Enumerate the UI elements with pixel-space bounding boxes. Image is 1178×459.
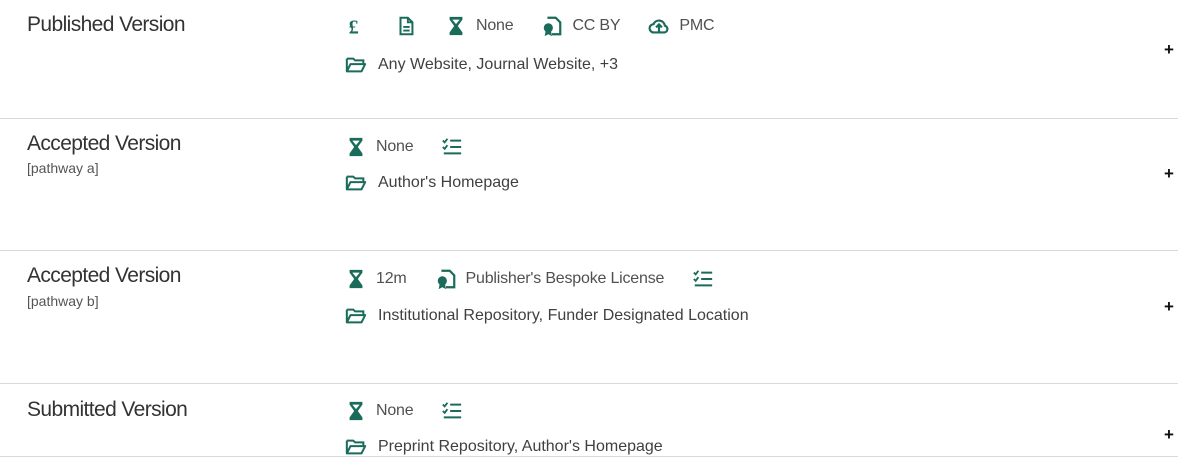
license-icon <box>541 15 563 37</box>
hourglass-icon <box>445 15 467 37</box>
pathway-conditions-list <box>441 136 463 158</box>
locations-label: Preprint Repository, Author's Homepage <box>378 438 663 455</box>
license-label: CC BY <box>572 17 621 34</box>
cloud-upload-icon <box>648 15 670 37</box>
repository-label: PMC <box>679 17 715 34</box>
pathway-row-accepted-a[interactable]: Accepted Version [pathway a] None Author… <box>0 119 1178 251</box>
pathway-locations: Institutional Repository, Funder Designa… <box>345 304 749 328</box>
folder-icon <box>345 305 367 327</box>
pathway-subtitle: [pathway b] <box>27 293 99 309</box>
locations-label: Any Website, Journal Website, +3 <box>378 56 618 73</box>
expand-button[interactable]: + <box>1164 426 1174 443</box>
expand-button[interactable]: + <box>1164 41 1174 58</box>
conditions-list-icon <box>441 136 463 158</box>
pathway-subtitle: [pathway a] <box>27 160 99 176</box>
pathway-locations: Author's Homepage <box>345 171 519 195</box>
license-label: Publisher's Bespoke License <box>465 270 665 287</box>
pathway-embargo: None <box>445 15 514 37</box>
pathway-title: Published Version <box>27 13 186 36</box>
pathway-row-accepted-b[interactable]: Accepted Version [pathway b] 12m Publish… <box>0 251 1178 384</box>
embargo-label: None <box>376 402 414 419</box>
license-icon <box>435 268 457 290</box>
pathway-row-submitted[interactable]: Submitted Version None Preprint Reposito… <box>0 384 1178 457</box>
pound-icon: £ <box>345 15 367 37</box>
pathway-locations: Preprint Repository, Author's Homepage <box>345 435 663 459</box>
pathway-conditions-list <box>441 400 463 422</box>
pathway-copy <box>395 15 417 37</box>
pathway-conditions: None <box>345 135 491 159</box>
expand-button[interactable]: + <box>1164 298 1174 315</box>
pathway-repository: PMC <box>648 15 715 37</box>
pathway-license: CC BY <box>541 15 621 37</box>
pathway-conditions: £ None CC BY PMC <box>345 14 742 38</box>
pathway-embargo: None <box>345 136 414 158</box>
locations-label: Author's Homepage <box>378 174 519 191</box>
locations-label: Institutional Repository, Funder Designa… <box>378 307 749 324</box>
conditions-list-icon <box>441 400 463 422</box>
pathway-conditions: None <box>345 399 491 423</box>
pathway-conditions-list <box>692 268 714 290</box>
folder-icon <box>345 54 367 76</box>
pathway-embargo: 12m <box>345 268 407 290</box>
pathway-row-published[interactable]: Published Version £ None CC BY PMC Any W… <box>0 0 1178 119</box>
pathway-title: Submitted Version <box>27 398 188 421</box>
folder-icon <box>345 172 367 194</box>
document-icon <box>395 15 417 37</box>
embargo-label: None <box>376 138 414 155</box>
pathway-conditions: 12m Publisher's Bespoke License <box>345 267 742 291</box>
expand-button[interactable]: + <box>1164 165 1174 182</box>
pathway-title: Accepted Version <box>27 264 181 287</box>
pathway-fee: £ <box>345 15 367 37</box>
pathway-license: Publisher's Bespoke License <box>435 268 665 290</box>
embargo-label: 12m <box>376 270 407 287</box>
hourglass-icon <box>345 400 367 422</box>
conditions-list-icon <box>692 268 714 290</box>
folder-icon <box>345 436 367 458</box>
pathway-title: Accepted Version <box>27 132 181 155</box>
svg-text:£: £ <box>349 16 359 37</box>
embargo-label: None <box>476 17 514 34</box>
pathway-embargo: None <box>345 400 414 422</box>
hourglass-icon <box>345 268 367 290</box>
pathway-locations: Any Website, Journal Website, +3 <box>345 53 618 77</box>
hourglass-icon <box>345 136 367 158</box>
